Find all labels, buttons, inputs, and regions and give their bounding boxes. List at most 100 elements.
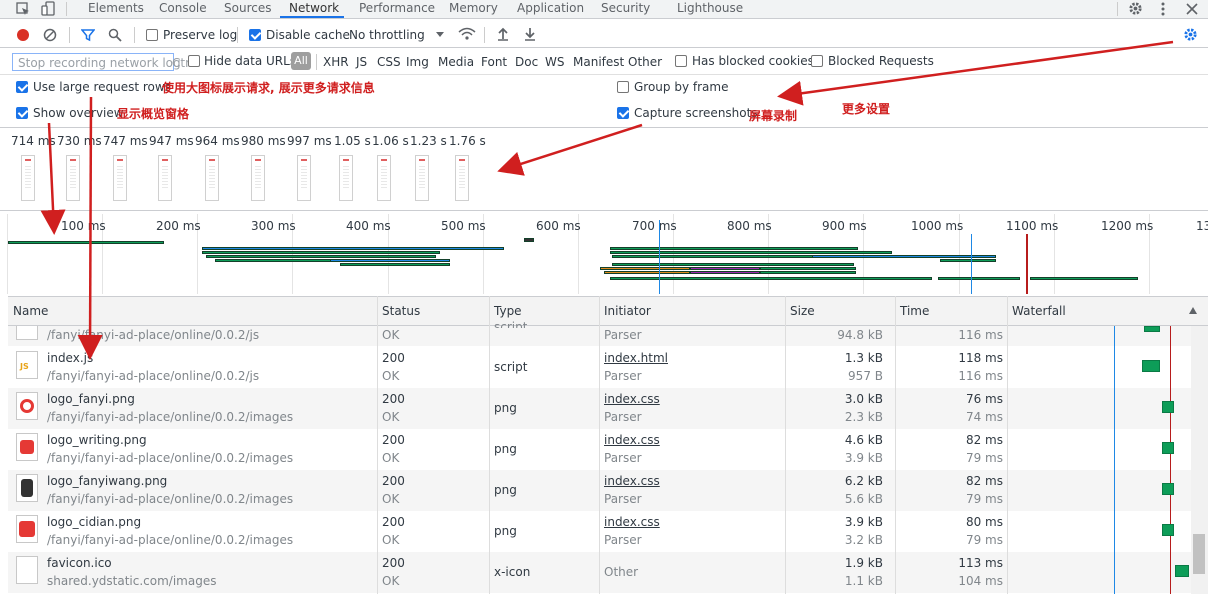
waterfall-bar: [1162, 524, 1174, 536]
request-status-text: OK: [382, 533, 400, 547]
large-rows-checkbox[interactable]: [16, 81, 28, 93]
column-header-waterfall[interactable]: Waterfall: [1012, 304, 1066, 318]
filter-type-ws[interactable]: WS: [545, 55, 564, 69]
clear-icon[interactable]: [43, 28, 57, 42]
request-status-code: 200: [382, 351, 405, 365]
preserve-log-checkbox[interactable]: [146, 29, 158, 41]
overview-bar: [604, 271, 690, 274]
screenshot-thumbnail[interactable]: [455, 155, 469, 201]
request-name: index.js: [47, 351, 94, 365]
timeline-tick-label: 13: [1196, 219, 1208, 233]
request-path: /fanyi/fanyi-ad-place/online/0.0.2/js: [47, 369, 260, 383]
hide-data-urls-checkbox[interactable]: [188, 55, 200, 67]
filter-icon[interactable]: [81, 28, 95, 42]
tab-application[interactable]: Application: [517, 1, 584, 15]
has-blocked-cookies-checkbox[interactable]: [675, 55, 687, 67]
more-menu-icon[interactable]: [1160, 2, 1166, 16]
tab-console[interactable]: Console: [159, 1, 207, 15]
column-header-status[interactable]: Status: [382, 304, 420, 318]
column-header-name[interactable]: Name: [13, 304, 48, 318]
request-size: 6.2 kB: [844, 474, 883, 488]
filter-type-img[interactable]: Img: [406, 55, 429, 69]
screenshot-thumbnail[interactable]: [415, 155, 429, 201]
throttling-select[interactable]: No throttling: [349, 28, 425, 42]
tab-network[interactable]: Network: [289, 1, 339, 15]
request-initiator-link[interactable]: index.css: [604, 515, 660, 529]
request-time: 113 ms: [958, 556, 1003, 570]
request-path: /fanyi/fanyi-ad-place/online/0.0.2/image…: [47, 533, 294, 547]
column-header-initiator[interactable]: Initiator: [604, 304, 651, 318]
request-time: 80 ms: [965, 515, 1003, 529]
column-header-time[interactable]: Time: [900, 304, 929, 318]
logo-fanyiwang-image-icon: [16, 474, 38, 502]
filter-type-manifest[interactable]: Manifest: [573, 55, 624, 69]
screenshot-thumbnail[interactable]: [251, 155, 265, 201]
record-icon[interactable]: [16, 28, 30, 42]
settings-gear-icon[interactable]: [1128, 1, 1143, 16]
request-size: 1.3 kB: [844, 351, 883, 365]
filter-type-media[interactable]: Media: [438, 55, 474, 69]
filter-all-button[interactable]: All: [291, 52, 311, 70]
sort-ascending-icon[interactable]: [1189, 307, 1197, 314]
filter-type-other[interactable]: Other: [628, 55, 662, 69]
inspect-element-icon[interactable]: [16, 2, 30, 16]
network-conditions-icon[interactable]: [458, 27, 476, 41]
screenshot-thumbnail[interactable]: [297, 155, 311, 201]
tab-memory[interactable]: Memory: [449, 1, 498, 15]
request-initiator-link[interactable]: index.css: [604, 392, 660, 406]
request-initiator-link[interactable]: index.css: [604, 433, 660, 447]
network-settings-gear-icon[interactable]: [1183, 27, 1198, 42]
screenshot-thumbnail[interactable]: [158, 155, 172, 201]
scrollbar-thumb[interactable]: [1193, 534, 1205, 574]
tab-elements[interactable]: Elements: [88, 1, 144, 15]
column-header-type[interactable]: Type: [494, 304, 522, 318]
more-settings-annotation: 更多设置: [842, 102, 891, 116]
request-initiator-link[interactable]: index.html: [604, 351, 668, 365]
disable-cache-checkbox[interactable]: [249, 29, 261, 41]
request-initiator-link[interactable]: index.css: [604, 474, 660, 488]
overview-bar: [760, 271, 856, 274]
filter-type-css[interactable]: CSS: [377, 55, 401, 69]
close-devtools-icon[interactable]: [1186, 3, 1198, 15]
filter-type-doc[interactable]: Doc: [515, 55, 538, 69]
tab-sources[interactable]: Sources: [224, 1, 271, 15]
group-by-frame-checkbox[interactable]: [617, 81, 629, 93]
request-path: /fanyi/fanyi-ad-place/online/0.0.2/js: [47, 328, 260, 342]
search-icon[interactable]: [108, 28, 122, 42]
overview-bar: [940, 259, 996, 262]
tab-performance[interactable]: Performance: [359, 1, 435, 15]
screenshot-thumbnail[interactable]: [377, 155, 391, 201]
logo-writing-image-icon: [16, 433, 38, 461]
request-initiator-type: Parser: [604, 410, 642, 424]
request-resource-size: 957 B: [848, 369, 883, 383]
screenshot-thumbnail[interactable]: [113, 155, 127, 201]
filter-type-xhr[interactable]: XHR: [323, 55, 349, 69]
request-status-code: 200: [382, 474, 405, 488]
show-overview-checkbox[interactable]: [16, 107, 28, 119]
screenshot-thumbnail[interactable]: [205, 155, 219, 201]
request-resource-size: 5.6 kB: [844, 492, 883, 506]
screenshot-thumbnail[interactable]: [339, 155, 353, 201]
screenshot-thumbnail[interactable]: [66, 155, 80, 201]
chevron-down-icon[interactable]: [436, 32, 444, 38]
request-path: /fanyi/fanyi-ad-place/online/0.0.2/image…: [47, 451, 294, 465]
tab-security[interactable]: Security: [601, 1, 650, 15]
filter-type-font[interactable]: Font: [481, 55, 507, 69]
timeline-tick-label: 1100 ms: [1006, 219, 1059, 233]
device-toolbar-icon[interactable]: [41, 1, 57, 17]
timeline-tick-label: 1000 ms: [911, 219, 964, 233]
tab-lighthouse[interactable]: Lighthouse: [677, 1, 743, 15]
blocked-requests-checkbox[interactable]: [811, 55, 823, 67]
capture-screenshots-checkbox[interactable]: [617, 107, 629, 119]
request-status-text: OK: [382, 369, 400, 383]
screenshot-thumbnail[interactable]: [21, 155, 35, 201]
export-har-icon[interactable]: [524, 27, 536, 41]
screenshot-time: 947 ms: [149, 134, 194, 148]
overview-bar: [610, 251, 892, 254]
filter-type-js[interactable]: JS: [356, 55, 367, 69]
timeline-tick-label: 1200 ms: [1101, 219, 1154, 233]
column-header-size[interactable]: Size: [790, 304, 815, 318]
request-latency: 79 ms: [965, 451, 1003, 465]
request-type: script: [494, 320, 528, 328]
import-har-icon[interactable]: [497, 27, 509, 41]
